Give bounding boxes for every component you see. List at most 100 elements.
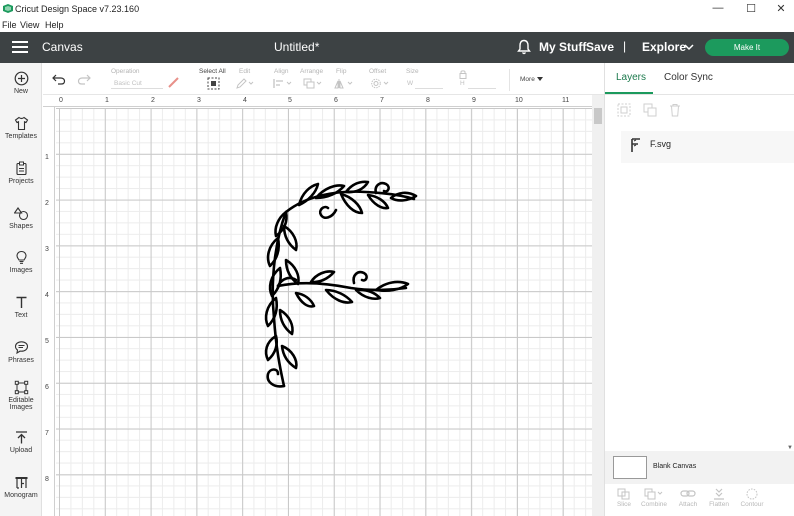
my-stuff-link[interactable]: My Stuff (539, 40, 586, 54)
sidebar-item-images[interactable]: Images (0, 250, 42, 274)
editable-images-icon (14, 380, 28, 395)
ruler-left-2: 2 (45, 200, 49, 207)
notification-bell-icon[interactable] (517, 39, 531, 55)
explore-menu[interactable]: Explore (642, 40, 686, 54)
pen-color-icon[interactable] (168, 77, 179, 88)
layer-name[interactable]: F.svg (650, 139, 671, 149)
tab-layers[interactable]: Layers (616, 72, 646, 83)
group-icon[interactable] (617, 103, 631, 117)
upload-arrow-icon (15, 431, 27, 444)
sidebar-item-templates[interactable]: Templates (0, 116, 42, 140)
attach-icon (680, 490, 696, 497)
sidebar-item-shapes[interactable]: Shapes (0, 206, 42, 230)
attach-button[interactable]: Attach (673, 488, 703, 508)
select-all-icon[interactable] (207, 77, 220, 90)
ruler-top-9: 9 (472, 97, 476, 104)
more-caret-icon[interactable] (537, 77, 543, 82)
sidebar-item-monogram[interactable]: Monogram (0, 475, 42, 499)
scrollbar-thumb[interactable] (594, 108, 602, 124)
menu-file[interactable]: File (2, 20, 17, 30)
document-title[interactable]: Untitled* (274, 40, 319, 54)
sidebar-item-editable-images[interactable]: Editable Images (0, 380, 42, 411)
lock-icon[interactable] (459, 69, 467, 79)
speech-bubble-icon (14, 341, 28, 355)
edit-label: Edit (239, 68, 251, 75)
combine-button[interactable]: Combine (639, 488, 669, 508)
duplicate-icon[interactable] (643, 103, 657, 117)
cricut-app-icon (3, 4, 13, 13)
floral-letter-f-artwork[interactable] (256, 178, 426, 393)
contour-label: Contour (740, 501, 764, 508)
attach-label: Attach (678, 501, 698, 508)
menu-help[interactable]: Help (45, 20, 64, 30)
tabs-divider (605, 94, 794, 95)
align-label: Align (274, 68, 289, 75)
flatten-icon (714, 488, 724, 500)
slice-icon (617, 488, 630, 500)
menu-view[interactable]: View (20, 20, 39, 30)
flip-icon[interactable] (334, 78, 354, 89)
slice-button[interactable]: Slice (609, 488, 639, 508)
layer-row[interactable] (621, 131, 794, 163)
ruler-left-8: 8 (45, 476, 49, 483)
save-button[interactable]: Save (586, 40, 614, 54)
more-menu[interactable]: More (520, 76, 535, 83)
title-bar: Cricut Design Space v7.23.160 — ☐ ✕ (0, 0, 794, 18)
layers-panel: Layers Color Sync F.svg ▼ Blank Canvas S… (604, 63, 794, 516)
sidebar-label-templates: Templates (5, 133, 37, 140)
contour-button[interactable]: Contour (737, 488, 767, 508)
sidebar-item-upload[interactable]: Upload (0, 430, 42, 454)
redo-icon[interactable] (77, 73, 91, 85)
sidebar-item-projects[interactable]: Projects (0, 161, 42, 185)
select-all-label[interactable]: Select All (199, 68, 226, 75)
menu-bar: File View Help (0, 18, 794, 32)
cricut-design-space-window: Cricut Design Space v7.23.160 — ☐ ✕ File… (0, 0, 794, 516)
combine-icon (644, 488, 663, 500)
app-header: Canvas Untitled* My Stuff Save | Explore (0, 32, 794, 63)
delete-trash-icon[interactable] (668, 103, 682, 117)
arrange-icon[interactable] (303, 78, 323, 89)
sidebar-item-text[interactable]: Text (0, 295, 42, 319)
hamburger-menu-icon[interactable] (12, 41, 28, 53)
ruler-top-3: 3 (197, 97, 201, 104)
size-width-input[interactable] (415, 88, 443, 89)
offset-icon[interactable] (370, 78, 390, 89)
make-it-button[interactable]: Make It (705, 39, 789, 56)
contour-icon (746, 488, 758, 500)
sidebar-label-shapes: Shapes (9, 223, 33, 230)
align-icon[interactable] (273, 78, 293, 89)
sidebar-item-phrases[interactable]: Phrases (0, 340, 42, 364)
sidebar-item-new[interactable]: New (0, 71, 42, 95)
shapes-icon (13, 207, 28, 221)
operation-select[interactable]: Basic Cut (114, 80, 142, 87)
edit-toolbar: Operation Basic Cut Select All Edit Alig… (43, 63, 604, 95)
sidebar-label-phrases: Phrases (8, 357, 34, 364)
tab-color-sync[interactable]: Color Sync (664, 72, 713, 83)
ruler-left-1: 1 (45, 154, 49, 161)
sidebar-label-new: New (13, 88, 28, 95)
arrange-label: Arrange (300, 68, 324, 75)
section-title: Canvas (42, 40, 83, 54)
design-canvas[interactable] (56, 108, 592, 516)
blank-canvas-label: Blank Canvas (653, 463, 697, 470)
flip-label: Flip (336, 68, 347, 75)
ruler-left: 1 2 3 4 5 6 7 8 (43, 107, 55, 516)
ruler-left-4: 4 (45, 292, 49, 299)
minimize-button[interactable]: — (711, 2, 725, 14)
operation-label: Operation (111, 68, 140, 75)
flatten-button[interactable]: Flatten (704, 488, 734, 508)
maximize-button[interactable]: ☐ (744, 2, 758, 15)
size-label: Size (406, 68, 419, 75)
blank-canvas-swatch[interactable] (613, 456, 647, 479)
offset-label: Offset (369, 68, 387, 75)
toolbar-divider (509, 69, 510, 91)
undo-icon[interactable] (52, 73, 66, 85)
ruler-top-7: 7 (380, 97, 384, 104)
close-window-button[interactable]: ✕ (774, 2, 788, 15)
chevron-down-icon[interactable] (684, 43, 694, 51)
size-height-input[interactable] (468, 88, 496, 89)
size-width-label: W (407, 80, 414, 87)
canvas-vertical-scrollbar[interactable] (592, 95, 604, 516)
edit-pencil-icon[interactable] (236, 78, 254, 89)
size-height-label: H (460, 80, 465, 87)
